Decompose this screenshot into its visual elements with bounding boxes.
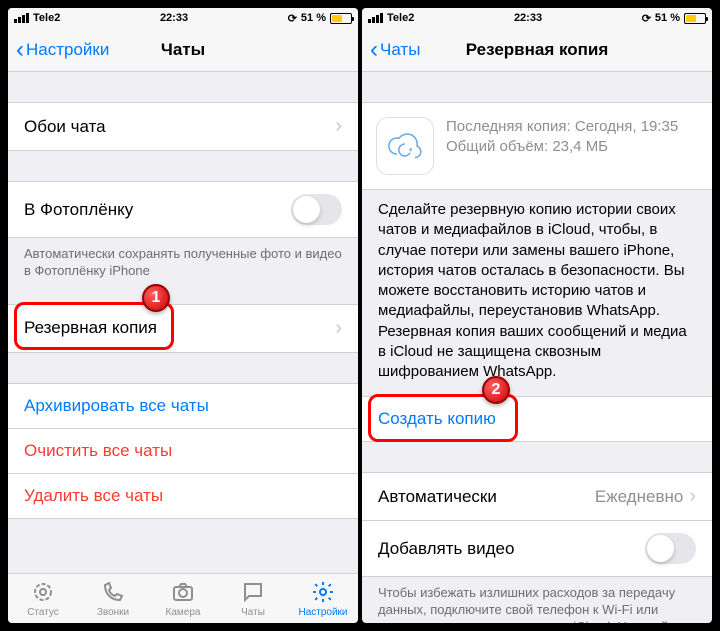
chat-icon (240, 579, 266, 605)
clock: 22:33 (514, 12, 542, 24)
camera-roll-footer: Автоматически сохранять полученные фото … (8, 238, 358, 288)
page-title: Чаты (161, 40, 205, 60)
battery-icon (330, 13, 352, 24)
tab-label: Статус (27, 607, 59, 618)
tab-chats[interactable]: Чаты (218, 574, 288, 623)
chevron-right-icon: › (335, 317, 342, 340)
rotation-lock-icon: ⟳ (642, 12, 651, 25)
rotation-lock-icon: ⟳ (288, 12, 297, 25)
last-backup-label: Последняя копия: Сегодня, 19:35 (446, 117, 678, 137)
screen-chats: Tele2 22:33 ⟳ 51 % ‹ Настройки Чаты Обои… (8, 8, 358, 623)
cloud-backup-icon (376, 117, 434, 175)
cell-archive-all[interactable]: Архивировать все чаты (8, 383, 358, 429)
cell-value: Ежедневно (595, 487, 683, 507)
include-video-switch[interactable] (645, 533, 696, 564)
back-label: Настройки (26, 40, 109, 60)
annotation-badge-1: 1 (142, 284, 170, 312)
cell-delete-all[interactable]: Удалить все чаты (8, 474, 358, 519)
tab-camera[interactable]: Камера (148, 574, 218, 623)
battery-icon (684, 13, 706, 24)
cell-label: Обои чата (24, 117, 106, 137)
data-usage-footer: Чтобы избежать излишних расходов за пере… (362, 577, 712, 623)
status-bar: Tele2 22:33 ⟳ 51 % (362, 8, 712, 28)
clock: 22:33 (160, 12, 188, 24)
chevron-left-icon: ‹ (16, 36, 24, 64)
battery-percent: 51 % (655, 12, 680, 24)
tab-label: Чаты (241, 607, 265, 618)
chevron-left-icon: ‹ (370, 36, 378, 64)
cell-clear-all[interactable]: Очистить все чаты (8, 429, 358, 474)
tab-status[interactable]: Статус (8, 574, 78, 623)
tab-settings[interactable]: Настройки (288, 574, 358, 623)
back-button[interactable]: ‹ Чаты (362, 36, 420, 64)
status-icon (30, 579, 56, 605)
cell-label: Очистить все чаты (24, 441, 172, 461)
backup-description: Сделайте резервную копию истории своих ч… (362, 190, 712, 382)
back-button[interactable]: ‹ Настройки (8, 36, 109, 64)
screen-backup: Tele2 22:33 ⟳ 51 % ‹ Чаты Резервная копи… (362, 8, 712, 623)
tab-calls[interactable]: Звонки (78, 574, 148, 623)
cell-label: Архивировать все чаты (24, 396, 209, 416)
cell-auto-backup[interactable]: Автоматически Ежедневно › (362, 472, 712, 521)
cell-label: В Фотоплёнку (24, 200, 133, 220)
carrier-label: Tele2 (387, 12, 414, 24)
tab-label: Звонки (97, 607, 129, 618)
cell-label: Автоматически (378, 487, 497, 507)
tab-label: Настройки (298, 607, 347, 618)
cell-label: Добавлять видео (378, 539, 514, 559)
tab-bar: Статус Звонки Камера Чаты Настройки (8, 573, 358, 623)
status-bar: Tele2 22:33 ⟳ 51 % (8, 8, 358, 28)
chevron-right-icon: › (335, 115, 342, 138)
cell-create-backup[interactable]: Создать копию (362, 396, 712, 442)
back-label: Чаты (380, 40, 420, 60)
cell-label: Создать копию (378, 409, 496, 429)
content: Последняя копия: Сегодня, 19:35 Общий об… (362, 72, 712, 623)
backup-info-block: Последняя копия: Сегодня, 19:35 Общий об… (362, 102, 712, 190)
cell-label: Удалить все чаты (24, 486, 163, 506)
cell-include-video[interactable]: Добавлять видео (362, 521, 712, 577)
camera-roll-switch[interactable] (291, 194, 342, 225)
tab-label: Камера (166, 607, 201, 618)
battery-percent: 51 % (301, 12, 326, 24)
page-title: Резервная копия (466, 40, 609, 60)
cell-camera-roll[interactable]: В Фотоплёнку (8, 181, 358, 238)
signal-icon (368, 13, 383, 23)
cell-wallpaper[interactable]: Обои чата › (8, 102, 358, 151)
chevron-right-icon: › (689, 485, 696, 508)
total-size-label: Общий объём: 23,4 МБ (446, 137, 678, 157)
nav-bar: ‹ Настройки Чаты (8, 28, 358, 72)
carrier-label: Tele2 (33, 12, 60, 24)
gear-icon (310, 579, 336, 605)
phone-icon (100, 579, 126, 605)
nav-bar: ‹ Чаты Резервная копия (362, 28, 712, 72)
content: Обои чата › В Фотоплёнку Автоматически с… (8, 72, 358, 573)
cell-backup[interactable]: Резервная копия › (8, 304, 358, 353)
cell-label: Резервная копия (24, 318, 157, 338)
camera-icon (170, 579, 196, 605)
signal-icon (14, 13, 29, 23)
